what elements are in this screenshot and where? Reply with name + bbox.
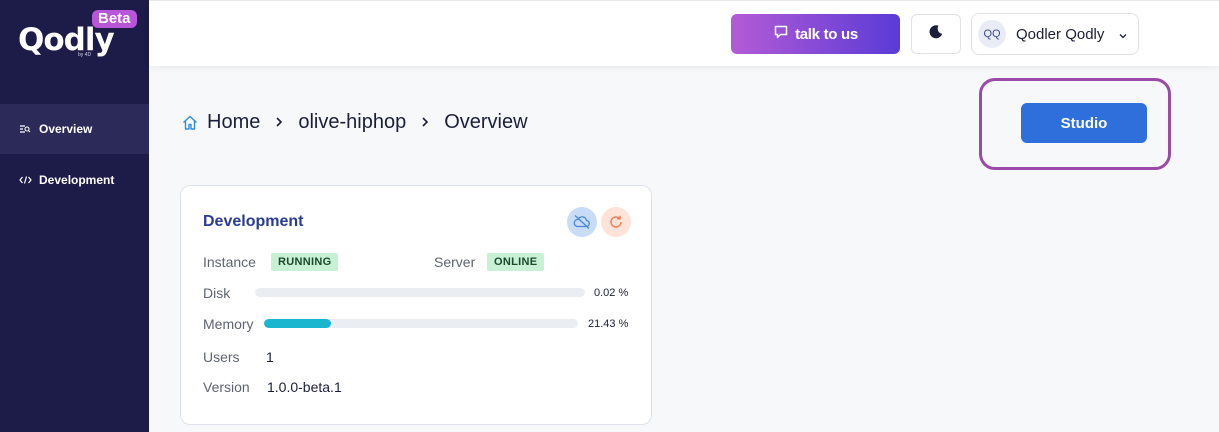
sidebar-item-overview[interactable]: Overview — [0, 104, 149, 154]
chevron-right-icon — [274, 112, 284, 133]
development-card: Development Instance RUNNING Server ONLI… — [180, 185, 652, 425]
users-label: Users — [203, 349, 240, 365]
version-value: 1.0.0-beta.1 — [267, 379, 342, 395]
disk-usage-bar — [255, 288, 585, 297]
breadcrumb-current: Overview — [444, 111, 528, 133]
memory-usage-bar — [264, 319, 578, 328]
refresh-icon[interactable] — [601, 207, 631, 237]
instance-label: Instance — [203, 254, 256, 270]
theme-toggle-button[interactable] — [911, 14, 961, 54]
chat-icon — [773, 24, 789, 44]
version-label: Version — [203, 379, 250, 395]
user-name: Qodler Qodly — [1016, 25, 1105, 43]
moon-icon — [928, 24, 944, 45]
server-status-badge: ONLINE — [487, 253, 545, 271]
sidebar-item-label: Development — [39, 173, 115, 187]
chevron-down-icon — [1118, 28, 1128, 46]
talk-to-us-button[interactable]: talk to us — [731, 14, 900, 54]
cloud-off-icon[interactable] — [567, 207, 597, 237]
talk-to-us-label: talk to us — [795, 25, 858, 43]
disk-usage-percent: 0.02 % — [594, 287, 629, 299]
breadcrumb-home[interactable]: Home — [207, 111, 260, 134]
instance-status-badge: RUNNING — [271, 253, 339, 271]
card-title: Development — [203, 213, 304, 230]
memory-usage-percent: 21.43 % — [588, 318, 629, 330]
code-icon — [18, 174, 32, 186]
top-header: talk to us QQ Qodler Qodly — [149, 0, 1219, 66]
user-menu-button[interactable]: QQ Qodler Qodly — [971, 13, 1139, 55]
chevron-right-icon — [420, 112, 430, 133]
avatar: QQ — [978, 20, 1006, 48]
server-label: Server — [434, 254, 476, 270]
sidebar-item-label: Overview — [39, 122, 93, 136]
sidebar: Qodly by 4D Beta Overview Development — [0, 0, 149, 432]
logo-by: by 4D — [78, 52, 92, 58]
overview-icon — [18, 123, 32, 135]
beta-badge: Beta — [92, 10, 137, 28]
qodly-logo[interactable]: Qodly by 4D Beta — [16, 10, 137, 62]
memory-label: Memory — [203, 316, 254, 332]
breadcrumb: Home olive-hiphop Overview — [181, 111, 528, 134]
studio-button[interactable]: Studio — [1021, 103, 1147, 143]
memory-usage-fill — [264, 319, 332, 328]
users-value: 1 — [266, 349, 274, 365]
disk-label: Disk — [203, 285, 231, 301]
home-icon[interactable] — [181, 114, 199, 132]
breadcrumb-project[interactable]: olive-hiphop — [298, 111, 406, 134]
sidebar-item-development[interactable]: Development — [0, 155, 149, 205]
